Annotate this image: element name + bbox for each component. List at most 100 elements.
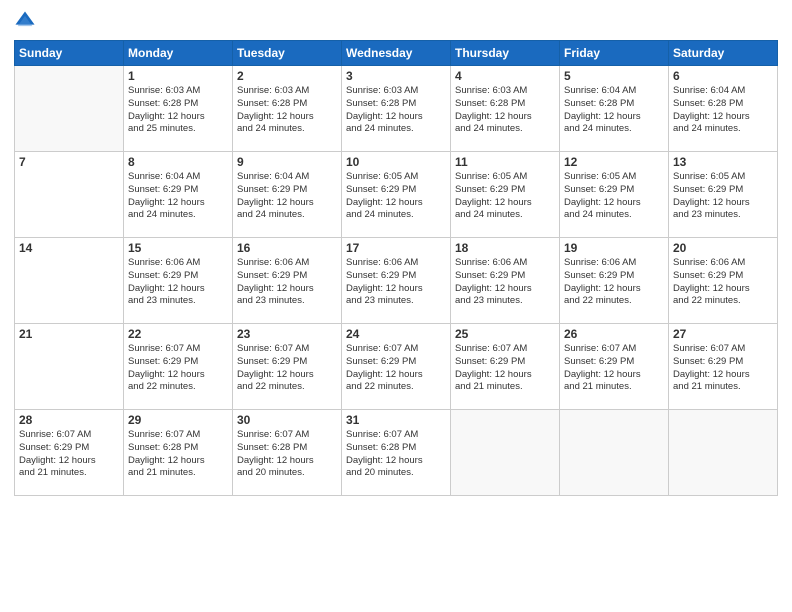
calendar-cell: 13 Sunrise: 6:05 AMSunset: 6:29 PMDayligh… — [669, 152, 778, 238]
day-number: 3 — [346, 69, 446, 83]
cell-info: Sunrise: 6:07 AMSunset: 6:29 PMDaylight:… — [346, 343, 446, 394]
cell-info: Sunrise: 6:07 AMSunset: 6:29 PMDaylight:… — [237, 343, 337, 394]
calendar-cell: 23 Sunrise: 6:07 AMSunset: 6:29 PMDayligh… — [233, 324, 342, 410]
weekday-header-sunday: Sunday — [15, 41, 124, 66]
calendar-cell: 12Sunrise: 6:05 AMSunset: 6:29 PMDayligh… — [560, 152, 669, 238]
day-number: 10 — [346, 155, 446, 169]
cell-info: Sunrise: 6:06 AMSunset: 6:29 PMDaylight:… — [237, 257, 337, 308]
day-number: 28 — [19, 413, 119, 427]
calendar-cell: 14 — [15, 238, 124, 324]
day-number: 7 — [19, 155, 119, 169]
weekday-header-monday: Monday — [124, 41, 233, 66]
calendar-cell: 1 Sunrise: 6:03 AMSunset: 6:28 PMDaylight… — [124, 66, 233, 152]
week-row-4: 21 22 Sunrise: 6:07 AMSunset: 6:29 PMDayli… — [15, 324, 778, 410]
week-row-1: 1 Sunrise: 6:03 AMSunset: 6:28 PMDaylight… — [15, 66, 778, 152]
day-number: 8 — [128, 155, 228, 169]
cell-info: Sunrise: 6:07 AMSunset: 6:29 PMDaylight:… — [19, 429, 119, 480]
calendar-cell: 18 Sunrise: 6:06 AMSunset: 6:29 PMDayligh… — [451, 238, 560, 324]
calendar-cell: 8 Sunrise: 6:04 AMSunset: 6:29 PMDaylight… — [124, 152, 233, 238]
day-number: 25 — [455, 327, 555, 341]
cell-info: Sunrise: 6:06 AMSunset: 6:29 PMDaylight:… — [128, 257, 228, 308]
cell-info: Sunrise: 6:06 AMSunset: 6:29 PMDaylight:… — [455, 257, 555, 308]
calendar-cell: 11 Sunrise: 6:05 AMSunset: 6:29 PMDayligh… — [451, 152, 560, 238]
cell-info: Sunrise: 6:03 AMSunset: 6:28 PMDaylight:… — [237, 85, 337, 136]
calendar-cell: 16Sunrise: 6:06 AMSunset: 6:29 PMDayligh… — [233, 238, 342, 324]
day-number: 2 — [237, 69, 337, 83]
calendar-cell — [451, 410, 560, 496]
cell-info: Sunrise: 6:04 AMSunset: 6:28 PMDaylight:… — [564, 85, 664, 136]
calendar-cell: 6Sunrise: 6:04 AMSunset: 6:28 PMDaylight… — [669, 66, 778, 152]
calendar-cell: 4 Sunrise: 6:03 AMSunset: 6:28 PMDaylight… — [451, 66, 560, 152]
calendar-cell: 26 Sunrise: 6:07 AMSunset: 6:29 PMDayligh… — [560, 324, 669, 410]
page: SundayMondayTuesdayWednesdayThursdayFrid… — [0, 0, 792, 612]
cell-info: Sunrise: 6:07 AMSunset: 6:29 PMDaylight:… — [128, 343, 228, 394]
day-number: 11 — [455, 155, 555, 169]
cell-info: Sunrise: 6:07 AMSunset: 6:28 PMDaylight:… — [346, 429, 446, 480]
calendar-cell: 10 Sunrise: 6:05 AMSunset: 6:29 PMDayligh… — [342, 152, 451, 238]
calendar-cell — [560, 410, 669, 496]
calendar-cell: 24 Sunrise: 6:07 AMSunset: 6:29 PMDayligh… — [342, 324, 451, 410]
day-number: 9 — [237, 155, 337, 169]
cell-info: Sunrise: 6:07 AMSunset: 6:28 PMDaylight:… — [128, 429, 228, 480]
weekday-header-wednesday: Wednesday — [342, 41, 451, 66]
weekday-header-saturday: Saturday — [669, 41, 778, 66]
week-row-3: 14 15 Sunrise: 6:06 AMSunset: 6:29 PMDayli… — [15, 238, 778, 324]
calendar-cell: 19 Sunrise: 6:06 AMSunset: 6:29 PMDayligh… — [560, 238, 669, 324]
calendar-cell: 30 Sunrise: 6:07 AMSunset: 6:28 PMDayligh… — [233, 410, 342, 496]
day-number: 22 — [128, 327, 228, 341]
cell-info: Sunrise: 6:05 AMSunset: 6:29 PMDaylight:… — [455, 171, 555, 222]
day-number: 5 — [564, 69, 664, 83]
cell-info: Sunrise: 6:04 AMSunset: 6:29 PMDaylight:… — [128, 171, 228, 222]
day-number: 14 — [19, 241, 119, 255]
weekday-header-tuesday: Tuesday — [233, 41, 342, 66]
day-number: 4 — [455, 69, 555, 83]
calendar-cell: 7 — [15, 152, 124, 238]
cell-info: Sunrise: 6:04 AMSunset: 6:29 PMDaylight:… — [237, 171, 337, 222]
cell-info: Sunrise: 6:03 AMSunset: 6:28 PMDaylight:… — [455, 85, 555, 136]
day-number: 30 — [237, 413, 337, 427]
cell-info: Sunrise: 6:07 AMSunset: 6:28 PMDaylight:… — [237, 429, 337, 480]
weekday-header-thursday: Thursday — [451, 41, 560, 66]
day-number: 13 — [673, 155, 773, 169]
calendar-cell: 21 — [15, 324, 124, 410]
logo-icon — [14, 10, 36, 32]
calendar-cell: 20Sunrise: 6:06 AMSunset: 6:29 PMDayligh… — [669, 238, 778, 324]
calendar-cell: 27 Sunrise: 6:07 AMSunset: 6:29 PMDayligh… — [669, 324, 778, 410]
cell-info: Sunrise: 6:07 AMSunset: 6:29 PMDaylight:… — [673, 343, 773, 394]
day-number: 24 — [346, 327, 446, 341]
calendar-cell: 31Sunrise: 6:07 AMSunset: 6:28 PMDayligh… — [342, 410, 451, 496]
day-number: 17 — [346, 241, 446, 255]
day-number: 18 — [455, 241, 555, 255]
logo — [14, 10, 40, 32]
cell-info: Sunrise: 6:03 AMSunset: 6:28 PMDaylight:… — [346, 85, 446, 136]
day-number: 20 — [673, 241, 773, 255]
cell-info: Sunrise: 6:07 AMSunset: 6:29 PMDaylight:… — [564, 343, 664, 394]
calendar-cell: 22 Sunrise: 6:07 AMSunset: 6:29 PMDayligh… — [124, 324, 233, 410]
calendar-cell: 15 Sunrise: 6:06 AMSunset: 6:29 PMDayligh… — [124, 238, 233, 324]
day-number: 26 — [564, 327, 664, 341]
calendar-cell: 28 Sunrise: 6:07 AMSunset: 6:29 PMDayligh… — [15, 410, 124, 496]
day-number: 21 — [19, 327, 119, 341]
cell-info: Sunrise: 6:05 AMSunset: 6:29 PMDaylight:… — [346, 171, 446, 222]
day-number: 1 — [128, 69, 228, 83]
week-row-5: 28 Sunrise: 6:07 AMSunset: 6:29 PMDayligh… — [15, 410, 778, 496]
cell-info: Sunrise: 6:06 AMSunset: 6:29 PMDaylight:… — [564, 257, 664, 308]
cell-info: Sunrise: 6:05 AMSunset: 6:29 PMDaylight:… — [673, 171, 773, 222]
cell-info: Sunrise: 6:06 AMSunset: 6:29 PMDaylight:… — [346, 257, 446, 308]
header — [14, 10, 778, 32]
calendar-cell: 17 Sunrise: 6:06 AMSunset: 6:29 PMDayligh… — [342, 238, 451, 324]
day-number: 19 — [564, 241, 664, 255]
calendar-cell — [15, 66, 124, 152]
weekday-header-row: SundayMondayTuesdayWednesdayThursdayFrid… — [15, 41, 778, 66]
calendar-cell — [669, 410, 778, 496]
weekday-header-friday: Friday — [560, 41, 669, 66]
day-number: 15 — [128, 241, 228, 255]
day-number: 29 — [128, 413, 228, 427]
week-row-2: 78 Sunrise: 6:04 AMSunset: 6:29 PMDayligh… — [15, 152, 778, 238]
calendar-cell: 2 Sunrise: 6:03 AMSunset: 6:28 PMDaylight… — [233, 66, 342, 152]
cell-info: Sunrise: 6:05 AMSunset: 6:29 PMDaylight:… — [564, 171, 664, 222]
day-number: 27 — [673, 327, 773, 341]
day-number: 23 — [237, 327, 337, 341]
cell-info: Sunrise: 6:03 AMSunset: 6:28 PMDaylight:… — [128, 85, 228, 136]
calendar-cell: 9 Sunrise: 6:04 AMSunset: 6:29 PMDaylight… — [233, 152, 342, 238]
